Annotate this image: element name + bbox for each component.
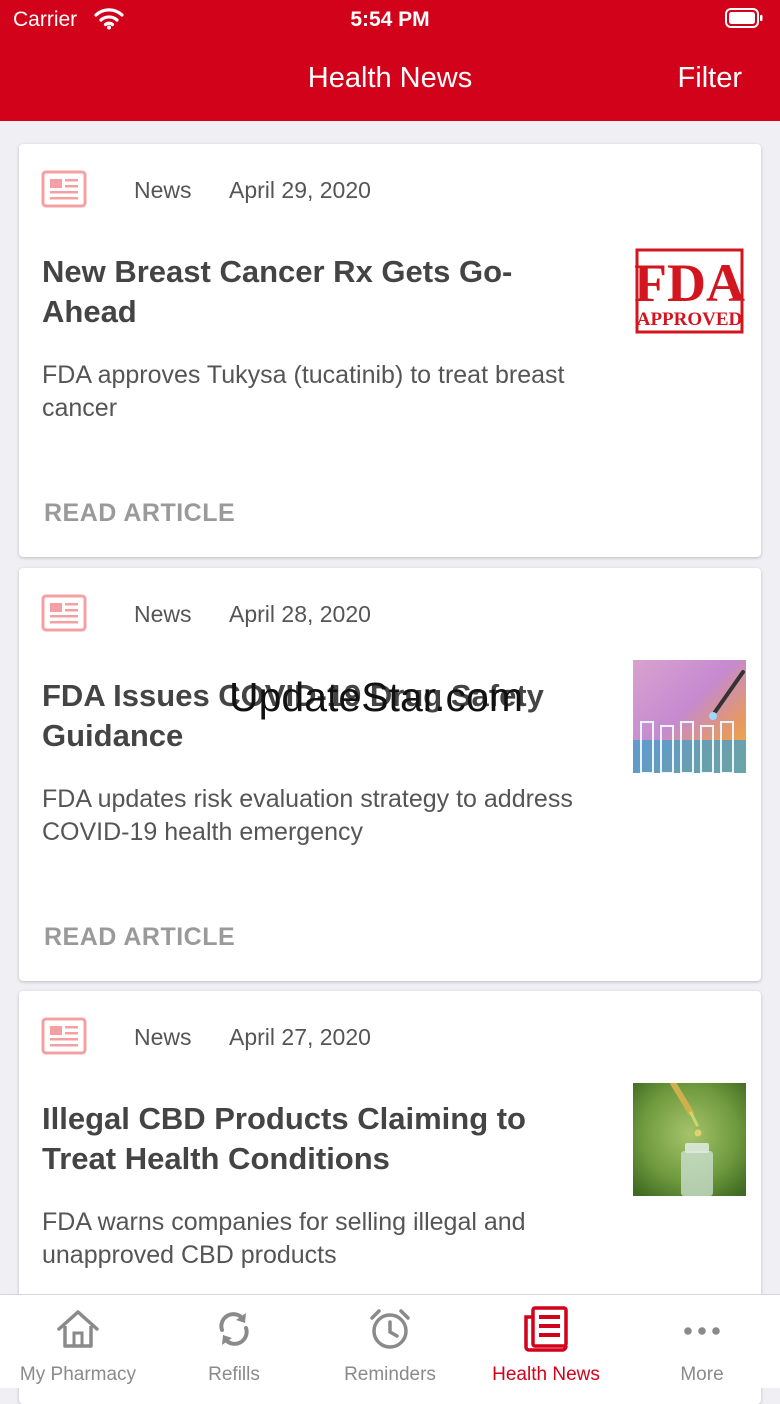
tab-reminders[interactable]: Reminders bbox=[312, 1295, 468, 1388]
stamp-fda-text: FDA bbox=[634, 253, 745, 313]
tab-refills[interactable]: Refills bbox=[156, 1295, 312, 1388]
news-article-icon bbox=[41, 594, 87, 632]
tab-my-pharmacy[interactable]: My Pharmacy bbox=[0, 1295, 156, 1388]
page-title: Health News bbox=[307, 62, 473, 94]
top-bar: Carrier 5:54 PM Health News Filter bbox=[0, 0, 780, 121]
tab-label: Refills bbox=[208, 1364, 260, 1385]
fda-approved-stamp-image: FDA APPROVED bbox=[633, 236, 746, 349]
article-category: News bbox=[134, 177, 192, 203]
article-summary: FDA updates risk evaluation strategy to … bbox=[42, 785, 573, 846]
article-card[interactable]: News April 28, 2020 FDA Issues COVID-19 … bbox=[19, 568, 761, 981]
tab-label: Health News bbox=[492, 1364, 600, 1385]
newspaper-icon bbox=[524, 1306, 568, 1352]
stamp-approved-text: APPROVED bbox=[637, 309, 743, 330]
article-card[interactable]: News April 29, 2020 New Breast Cancer Rx… bbox=[19, 144, 761, 557]
tab-label: Reminders bbox=[344, 1364, 436, 1385]
tab-health-news[interactable]: Health News bbox=[468, 1295, 624, 1388]
article-title: New Breast Cancer Rx Gets Go-Ahead bbox=[42, 254, 513, 329]
tab-label: My Pharmacy bbox=[19, 1364, 137, 1385]
article-date: April 27, 2020 bbox=[229, 1024, 371, 1050]
status-time: 5:54 PM bbox=[350, 8, 430, 31]
news-article-icon bbox=[41, 1017, 87, 1055]
article-category: News bbox=[134, 1024, 192, 1050]
read-article-button[interactable]: READ ARTICLE bbox=[44, 923, 235, 952]
cbd-oil-dropper-image bbox=[633, 1083, 746, 1196]
article-date: April 28, 2020 bbox=[229, 601, 371, 627]
article-summary: FDA warns companies for selling illegal … bbox=[42, 1208, 526, 1269]
read-article-button[interactable]: READ ARTICLE bbox=[44, 499, 235, 528]
test-tubes-image bbox=[633, 660, 746, 773]
home-icon bbox=[57, 1310, 99, 1348]
article-title: Illegal CBD Products Claiming to Treat H… bbox=[42, 1101, 526, 1176]
news-article-icon bbox=[41, 170, 87, 208]
filter-button[interactable]: Filter bbox=[678, 62, 742, 95]
tab-bar: My Pharmacy Refills Reminders Health New… bbox=[0, 1294, 780, 1388]
tab-more[interactable]: More bbox=[624, 1295, 780, 1388]
more-dots-icon bbox=[684, 1327, 720, 1335]
watermark-text: UpdateStar.com bbox=[229, 674, 523, 720]
article-date: April 29, 2020 bbox=[229, 177, 371, 203]
article-summary: FDA approves Tukysa (tucatinib) to treat… bbox=[42, 361, 565, 422]
alarm-clock-icon bbox=[370, 1309, 410, 1349]
refresh-icon bbox=[219, 1312, 249, 1346]
status-bar: Carrier 5:54 PM bbox=[0, 0, 780, 40]
article-category: News bbox=[134, 601, 192, 627]
battery-icon bbox=[725, 8, 763, 28]
tab-label: More bbox=[680, 1364, 724, 1385]
